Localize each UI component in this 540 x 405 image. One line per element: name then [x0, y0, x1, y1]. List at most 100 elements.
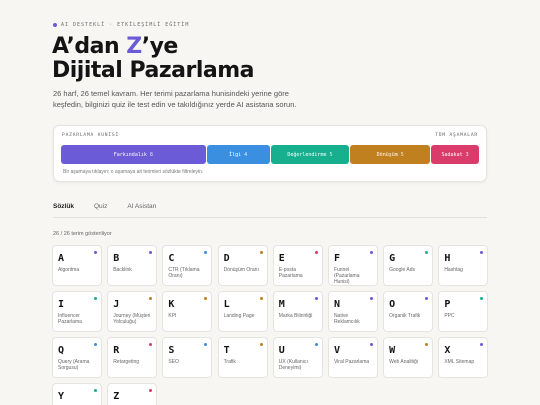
term-letter: T	[223, 345, 230, 356]
tab-bar: Sözlük Quiz AI Asistan	[53, 203, 176, 218]
term-label: UX (Kullanıcı Deneyimi)	[278, 359, 308, 371]
stage-dot-icon	[94, 297, 97, 300]
tab-ai-asistan[interactable]: AI Asistan	[127, 203, 156, 218]
title-pre: A’dan	[52, 34, 127, 59]
term-card[interactable]: K KPI	[162, 291, 213, 332]
funnel-card: PAZARLAMA HUNİSİ TÜM AŞAMALAR Farkındalı…	[53, 125, 487, 182]
stage-dot-icon	[94, 251, 97, 254]
term-card[interactable]: D Dönüşüm Oranı	[217, 245, 268, 286]
stage-name: İlgi	[229, 151, 242, 158]
term-card[interactable]: E E-posta Pazarlama	[272, 245, 323, 286]
stage-dot-icon	[259, 297, 263, 300]
term-letter: K	[168, 299, 175, 310]
term-label: Retargeting	[113, 359, 140, 365]
stage-dot-icon	[314, 343, 318, 346]
eyebrow-dot-icon	[53, 23, 57, 27]
all-stages-button[interactable]: TÜM AŞAMALAR	[435, 133, 478, 138]
term-card[interactable]: G Google Ads	[383, 245, 434, 286]
term-card[interactable]: M Marka Bilinirliği	[272, 291, 323, 332]
term-card[interactable]: F Funnel (Pazarlama Hunisi)	[327, 245, 378, 286]
term-label: Marka Bilinirliği	[278, 313, 313, 319]
term-label: Dönüşüm Oranı	[223, 267, 259, 273]
funnel-stage-2[interactable]: Değerlendirme 5	[270, 145, 350, 164]
term-card[interactable]: P PPC	[438, 291, 489, 332]
stage-dot-icon	[425, 343, 429, 346]
stage-dot-icon	[259, 251, 263, 254]
funnel-stage-1[interactable]: İlgi 4	[206, 145, 270, 164]
term-card[interactable]: Y	[52, 383, 102, 405]
stage-count: 4	[244, 151, 248, 158]
term-card[interactable]: U UX (Kullanıcı Deneyimi)	[272, 337, 323, 378]
term-card[interactable]: Z	[107, 383, 158, 405]
stage-dot-icon	[94, 389, 97, 392]
term-card[interactable]: A Algoritma	[52, 245, 102, 286]
funnel-stage-3[interactable]: Dönüşüm 5	[350, 145, 431, 164]
stage-dot-icon	[149, 297, 153, 300]
title-post: ’ye	[141, 34, 179, 59]
term-label: XML Sitemap	[444, 359, 475, 365]
term-label: E-posta Pazarlama	[278, 267, 303, 279]
term-card[interactable]: L Landing Page	[217, 291, 268, 332]
term-letter: I	[58, 299, 65, 310]
stage-dot-icon	[425, 297, 429, 300]
term-letter: P	[444, 299, 451, 310]
term-card[interactable]: Q Query (Arama Sorgusu)	[52, 337, 102, 378]
term-label: Hashtag	[444, 267, 463, 273]
term-card[interactable]: I Influencer Pazarlama	[52, 291, 102, 332]
term-label: Trafik	[223, 359, 236, 365]
term-card[interactable]: S SEO	[162, 337, 213, 378]
term-card[interactable]: C CTR (Tıklama Oranı)	[162, 245, 213, 286]
term-card[interactable]: W Web Analitiği	[383, 337, 434, 378]
stage-count: 8	[149, 151, 153, 158]
term-letter: G	[389, 253, 396, 264]
term-letter: Y	[58, 391, 65, 402]
term-grid: A Algoritma B Backlink C CTR (Tıklama Oranı) D…	[52, 245, 489, 405]
stage-dot-icon	[480, 251, 484, 254]
title-line-2: Dijital Pazarlama	[52, 58, 254, 83]
stage-dot-icon	[149, 343, 153, 346]
result-count: 26 / 26 terim gösteriliyor	[53, 231, 112, 237]
term-letter: U	[278, 345, 285, 356]
term-letter: J	[113, 299, 120, 310]
term-card[interactable]: T Trafik	[217, 337, 268, 378]
term-letter: F	[333, 253, 340, 264]
stage-name: Sadakat	[441, 151, 463, 158]
stage-name: Dönüşüm	[376, 151, 398, 158]
funnel-stage-0[interactable]: Farkındalık 8	[61, 145, 206, 164]
term-label: Influencer Pazarlama	[58, 313, 82, 325]
term-letter: S	[168, 345, 175, 356]
stage-dot-icon	[204, 297, 208, 300]
stage-count: 5	[400, 151, 404, 158]
term-label: SEO	[168, 359, 179, 365]
term-label: Landing Page	[223, 313, 255, 319]
stage-dot-icon	[94, 343, 97, 346]
page-title: A’dan Z’ye Dijital Pazarlama	[52, 35, 254, 83]
tab-sozluk[interactable]: Sözlük	[53, 203, 74, 218]
funnel-label: PAZARLAMA HUNİSİ	[62, 133, 120, 138]
stage-dot-icon	[369, 251, 373, 254]
funnel-hint: Bir aşamaya tıklayın; o aşamaya ait teri…	[63, 169, 204, 175]
title-line-1: A’dan Z’ye	[52, 35, 254, 59]
term-label: Algoritma	[58, 267, 80, 273]
stage-count: 3	[465, 151, 469, 158]
term-letter: B	[113, 253, 120, 264]
term-card[interactable]: R Retargeting	[107, 337, 158, 378]
stage-name: Farkındalık	[113, 151, 147, 158]
term-letter: X	[444, 345, 451, 356]
tab-quiz[interactable]: Quiz	[94, 203, 107, 218]
term-card[interactable]: J Journey (Müşteri Yolculuğu)	[107, 291, 158, 332]
term-card[interactable]: X XML Sitemap	[438, 337, 489, 378]
term-card[interactable]: N Native Reklamcılık	[327, 291, 378, 332]
term-card[interactable]: H Hashtag	[438, 245, 489, 286]
term-card[interactable]: B Backlink	[107, 245, 158, 286]
funnel-stage-4[interactable]: Sadakat 3	[431, 145, 480, 164]
term-label: CTR (Tıklama Oranı)	[168, 267, 200, 279]
stage-dot-icon	[204, 343, 208, 346]
term-card[interactable]: V Viral Pazarlama	[327, 337, 378, 378]
stage-dot-icon	[259, 343, 263, 346]
term-label: Query (Arama Sorgusu)	[58, 359, 90, 371]
term-card[interactable]: O Organik Trafik	[383, 291, 434, 332]
stage-dot-icon	[149, 251, 153, 254]
stage-dot-icon	[149, 389, 153, 392]
term-label: Google Ads	[389, 267, 415, 273]
